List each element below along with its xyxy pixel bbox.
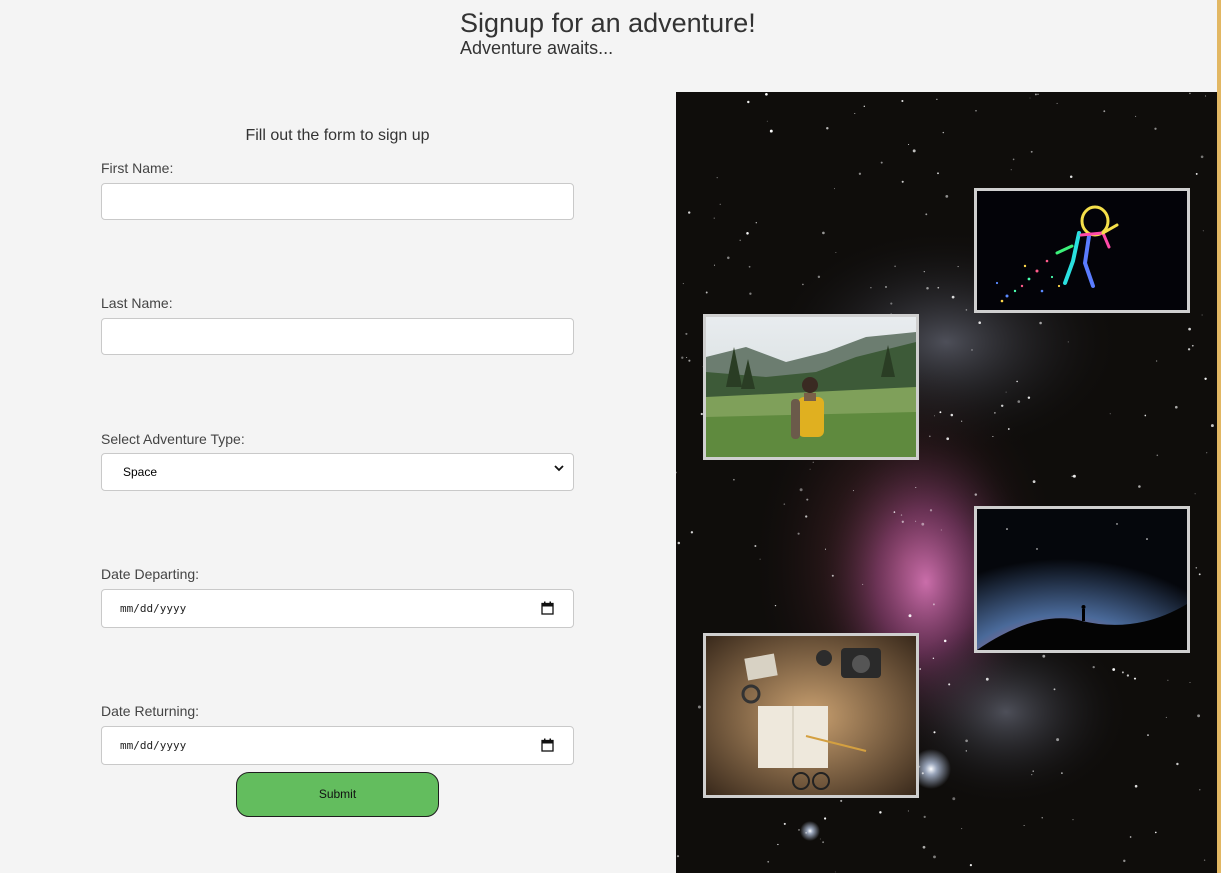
last-name-label: Last Name: [101,295,173,311]
adventure-type-selected-value: Space [123,465,158,479]
hiker-photo [703,314,919,460]
last-name-input[interactable] [101,318,574,355]
milky-way-photo [974,506,1190,653]
date-returning-value: mm/dd/yyyy [120,739,187,752]
travel-planning-photo [703,633,919,798]
page-subtitle: Adventure awaits... [460,38,614,58]
page-title: Signup for an adventure! [460,8,756,38]
first-name-input[interactable] [101,183,574,220]
date-returning-label: Date Returning: [101,703,200,719]
adventure-type-select[interactable]: Space [101,453,574,491]
form-title: Fill out the form to sign up [245,127,430,144]
date-departing-input[interactable]: mm/dd/yyyy [101,589,574,628]
date-departing-value: mm/dd/yyyy [120,602,187,615]
first-name-label: First Name: [101,160,174,176]
adventure-type-label: Select Adventure Type: [101,431,245,447]
space-background-image [676,92,1217,873]
date-departing-label: Date Departing: [101,566,200,582]
page-header: Signup for an adventure! Adventure await… [460,8,756,57]
astronaut-photo [974,188,1190,313]
submit-button[interactable]: Submit [236,772,439,817]
chevron-down-icon [554,465,564,472]
calendar-icon[interactable] [541,601,554,615]
calendar-icon[interactable] [541,738,554,752]
page-right-edge [1217,0,1221,873]
date-returning-input[interactable]: mm/dd/yyyy [101,726,574,765]
